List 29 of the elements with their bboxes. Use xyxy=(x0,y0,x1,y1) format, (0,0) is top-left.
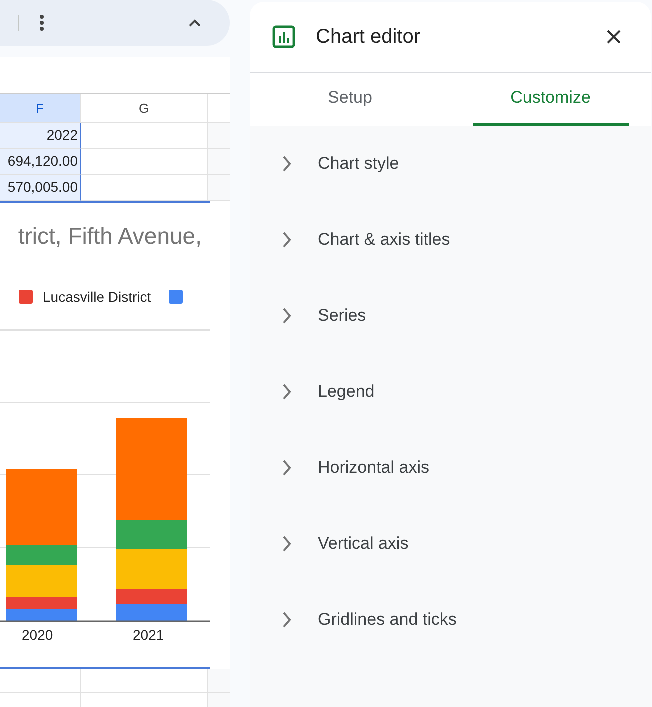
collapse-icon[interactable] xyxy=(189,19,201,27)
chevron-icon xyxy=(282,536,292,552)
section-header[interactable]: Legend xyxy=(250,354,651,430)
section-header[interactable]: Chart & axis titles xyxy=(250,202,651,278)
table-cell: 2022 xyxy=(0,123,81,149)
section-header[interactable]: Horizontal axis xyxy=(250,430,651,506)
section-header[interactable]: Chart style xyxy=(250,126,651,202)
chevron-icon xyxy=(282,460,292,476)
table-cell: 694,120.00 xyxy=(0,149,81,175)
close-icon[interactable] xyxy=(607,30,621,44)
axis-label: 2021 xyxy=(133,627,164,643)
chevron-icon xyxy=(282,384,292,400)
table-cell: 570,005.00 xyxy=(0,175,81,201)
column-header[interactable]: G xyxy=(81,94,208,123)
section-header[interactable]: Vertical axis xyxy=(250,506,651,582)
chart-title: trict, Fifth Avenue, xyxy=(18,223,202,250)
section-header[interactable]: Series xyxy=(250,278,651,354)
more-icon[interactable] xyxy=(40,15,44,31)
section-header[interactable]: Gridlines and ticks xyxy=(250,582,651,658)
toolbar-divider xyxy=(18,15,19,31)
chevron-icon xyxy=(282,232,292,248)
legend-label: Lucasville District xyxy=(43,289,152,305)
chevron-icon xyxy=(282,156,292,172)
column-header[interactable]: F xyxy=(0,94,81,123)
chevron-icon xyxy=(282,612,292,628)
panel-title: Chart editor xyxy=(316,26,420,48)
axis-label: 2020 xyxy=(22,627,54,643)
chevron-icon xyxy=(282,308,292,324)
chart-icon xyxy=(272,25,296,49)
